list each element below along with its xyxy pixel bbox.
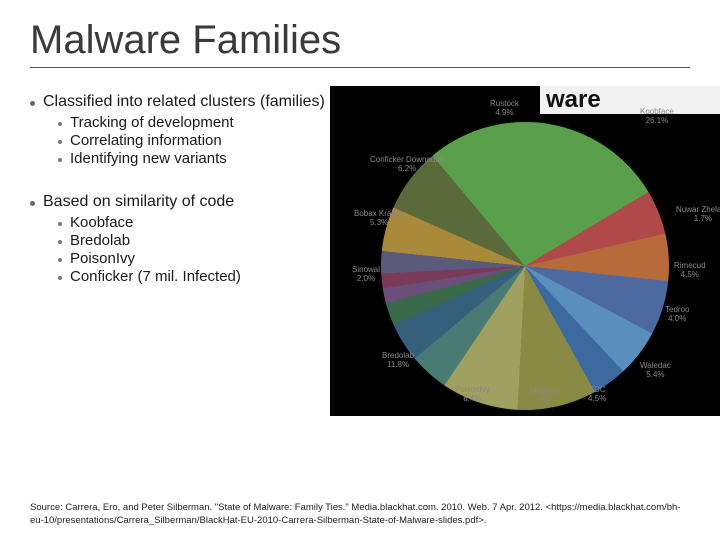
bullet-dot: [30, 201, 35, 206]
pie-slice-label: Koobface26.1%: [640, 108, 674, 126]
bullet-text: PoisonIvy: [70, 250, 135, 267]
pie-slice-label: Sinowal2.0%: [352, 266, 380, 284]
pie-chart: ware Koobface26.1% Rustock4.9% Conficker D…: [330, 86, 720, 416]
bullet-text: Classified into related clusters (famili…: [43, 93, 325, 111]
bullet-text: Koobface: [70, 214, 133, 231]
pie-slice-label: Waledac5.4%: [640, 362, 671, 380]
slide-title: Malware Families: [30, 18, 690, 63]
chart-column: ware Koobface26.1%Rustock4.9%Conficker D…: [330, 90, 690, 286]
bullet-dot: [58, 276, 62, 280]
bullet-dot: [58, 140, 62, 144]
bullet-level1: Based on similarity of code: [30, 193, 330, 211]
title-wrap: Malware Families: [30, 18, 690, 68]
bullet-dot: [58, 158, 62, 162]
bullet-text: Conficker (7 mil. Infected): [70, 268, 241, 285]
bullet-level2: Koobface: [58, 214, 330, 231]
bullet-dot: [58, 258, 62, 262]
bullet-text: Tracking of development: [70, 114, 234, 131]
bullet-dot: [30, 101, 35, 106]
bullet-text: Bredolab: [70, 232, 130, 249]
pie-slice-label: Conficker Downadup6.2%: [370, 156, 444, 174]
pie-slice-label: Rimecud4.5%: [674, 262, 706, 280]
bullet-dot: [58, 240, 62, 244]
pie-slice-label: Tedroo4.0%: [665, 306, 689, 324]
pie-slice-label: Rustock4.9%: [490, 100, 519, 118]
text-column: Classified into related clusters (famili…: [30, 90, 330, 286]
bullet-level1: Classified into related clusters (famili…: [30, 93, 330, 111]
pie-slice-label: PoisonIvy8.4%: [455, 386, 490, 404]
bullet-text: Identifying new variants: [70, 150, 227, 167]
source-citation: Source: Carrera, Ero, and Peter Silberma…: [30, 502, 690, 528]
bullet-text: Based on similarity of code: [43, 193, 234, 211]
chart-header-fragment: ware: [540, 86, 720, 114]
bullet-level2: PoisonIvy: [58, 250, 330, 267]
bullet-level2: Correlating information: [58, 132, 330, 149]
bullet-level2: Bredolab: [58, 232, 330, 249]
pie-slice-label: Nuwar Zhelatin1.7%: [676, 206, 720, 224]
content-row: Classified into related clusters (famili…: [30, 90, 690, 286]
bullet-level2: Conficker (7 mil. Infected): [58, 268, 330, 285]
spacer: [30, 168, 330, 190]
bullet-text: Correlating information: [70, 132, 222, 149]
pie-slice-label: Bobax Kraken5.3%: [354, 210, 404, 228]
bullet-dot: [58, 222, 62, 226]
bullet-level2: Identifying new variants: [58, 150, 330, 167]
pie-slice-label: Bredolab11.8%: [382, 352, 414, 370]
pie-slice-label: SDC4.5%: [588, 386, 606, 404]
pie-slice-label: Mebroot2%: [530, 388, 559, 406]
slide: Malware Families Classified into related…: [0, 0, 720, 540]
bullet-level2: Tracking of development: [58, 114, 330, 131]
bullet-dot: [58, 122, 62, 126]
